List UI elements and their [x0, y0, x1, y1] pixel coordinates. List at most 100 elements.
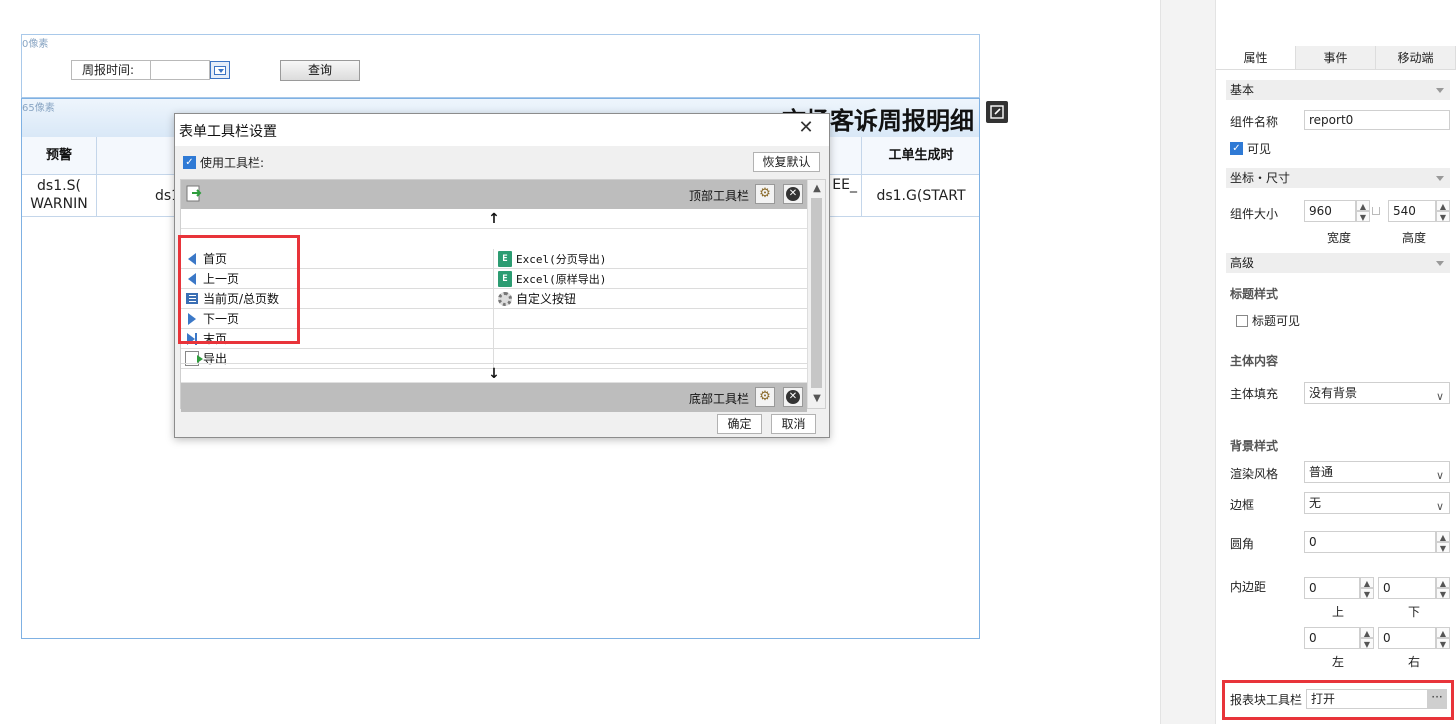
height-input[interactable]: 540: [1388, 200, 1436, 222]
padding-right-caption: 右: [1408, 655, 1421, 669]
move-up-arrow[interactable]: ↑: [181, 209, 807, 229]
visible-checkbox[interactable]: ✓ 可见: [1230, 140, 1271, 157]
section-advanced[interactable]: 高级: [1226, 253, 1450, 273]
excel-icon: E: [498, 270, 512, 287]
checkbox-empty-icon[interactable]: [1236, 314, 1248, 327]
week-label: 周报时间:: [71, 60, 151, 80]
border-label: 边框: [1230, 498, 1255, 512]
border-select[interactable]: 无 ∨: [1304, 492, 1450, 514]
padding-top-caption: 上: [1332, 605, 1345, 619]
list-item-custom-button[interactable]: 自定义按钮: [494, 289, 807, 308]
title-visible-label: 标题可见: [1252, 314, 1301, 328]
padding-bottom-caption: 下: [1408, 605, 1421, 619]
component-name-input[interactable]: report0: [1304, 110, 1450, 130]
report-toolbar-input[interactable]: 打开: [1306, 689, 1428, 709]
use-toolbar-checkbox[interactable]: ✓ 使用工具栏:: [183, 154, 264, 171]
list-item-prev-page[interactable]: 上一页: [181, 269, 494, 288]
dialog-body: ✓ 使用工具栏: 恢复默认 顶部工具栏 ⚙ ✕ ↑ 首页 E Excel(分页导出…: [175, 146, 829, 437]
select-value: 没有背景: [1309, 386, 1358, 400]
padding-right-input[interactable]: 0: [1378, 627, 1436, 649]
column-header-warning[interactable]: 预警: [22, 137, 97, 175]
lock-icon[interactable]: [1372, 207, 1380, 215]
calendar-icon[interactable]: [210, 61, 230, 79]
render-style-select[interactable]: 普通 ∨: [1304, 461, 1450, 483]
padding-left-caption: 左: [1332, 655, 1345, 669]
cog-icon: [498, 291, 512, 306]
panel-gutter: [1160, 0, 1216, 724]
date-input[interactable]: [150, 60, 210, 80]
list-item-excel-page[interactable]: E Excel(分页导出): [494, 249, 807, 268]
body-fill-select[interactable]: 没有背景 ∨: [1304, 382, 1450, 404]
more-button[interactable]: ···: [1427, 689, 1447, 709]
title-visible-checkbox[interactable]: 标题可见: [1236, 312, 1300, 329]
panel-tabs: 属性 事件 移动端: [1216, 46, 1456, 70]
chevron-down-icon: ∨: [1435, 500, 1444, 513]
remove-icon[interactable]: ✕: [783, 387, 803, 407]
height-stepper[interactable]: ▲ ▼: [1436, 200, 1450, 222]
width-input[interactable]: 960: [1304, 200, 1356, 222]
padding-label: 内边距: [1230, 580, 1267, 594]
item-label: 自定义按钮: [516, 292, 577, 306]
list-item-page-count[interactable]: 当前页/总页数: [181, 289, 494, 308]
cancel-button[interactable]: 取消: [771, 414, 816, 434]
remove-icon[interactable]: ✕: [783, 184, 803, 204]
tab-events[interactable]: 事件: [1296, 46, 1376, 69]
radius-input[interactable]: 0: [1304, 531, 1436, 553]
list-item-last-page[interactable]: 末页: [181, 329, 494, 348]
scroll-up-icon[interactable]: ▲: [811, 182, 823, 196]
edit-icon[interactable]: [986, 101, 1008, 123]
properties-panel: 属性 事件 移动端 基本 组件名称 report0 ✓ 可见 坐标・尺寸 组件大小…: [1216, 0, 1456, 724]
use-toolbar-label: 使用工具栏:: [200, 156, 265, 170]
padding-right-stepper[interactable]: ▲ ▼: [1436, 627, 1450, 649]
vertical-scrollbar[interactable]: ▲ ▼: [807, 180, 825, 408]
padding-top-stepper[interactable]: ▲ ▼: [1360, 577, 1374, 599]
padding-bottom-stepper[interactable]: ▲ ▼: [1436, 577, 1450, 599]
section-label: 高级: [1230, 256, 1255, 270]
radius-stepper[interactable]: ▲ ▼: [1436, 531, 1450, 553]
tab-mobile[interactable]: 移动端: [1376, 46, 1456, 69]
toolbar-item-list: 首页 E Excel(分页导出) 上一页 E Excel(原样导出) 当前页/总页数…: [181, 249, 807, 369]
tab-properties[interactable]: 属性: [1216, 46, 1296, 69]
last-page-icon: [185, 332, 199, 346]
section-coords[interactable]: 坐标・尺寸: [1226, 168, 1450, 188]
section-label: 基本: [1230, 83, 1255, 97]
chevron-down-icon: [1436, 176, 1444, 181]
bottom-toolbar-label: 底部工具栏: [688, 392, 749, 406]
padding-left-stepper[interactable]: ▲ ▼: [1360, 627, 1374, 649]
query-button[interactable]: 查询: [280, 60, 360, 81]
scroll-down-icon[interactable]: ▼: [811, 392, 823, 406]
checkbox-checked-icon[interactable]: ✓: [1230, 142, 1243, 155]
first-page-icon: [185, 252, 199, 266]
section-basic[interactable]: 基本: [1226, 80, 1450, 100]
scroll-thumb[interactable]: [811, 198, 822, 388]
title-style-label: 标题样式: [1230, 287, 1279, 301]
padding-bottom-input[interactable]: 0: [1378, 577, 1436, 599]
checkbox-checked-icon[interactable]: ✓: [183, 156, 196, 169]
list-item-excel-original[interactable]: E Excel(原样导出): [494, 269, 807, 288]
list-row: 末页: [181, 329, 807, 349]
gear-icon[interactable]: ⚙: [755, 184, 775, 204]
item-label: 下一页: [203, 312, 240, 326]
item-label: 当前页/总页数: [203, 292, 280, 306]
reset-default-button[interactable]: 恢复默认: [753, 152, 820, 172]
ok-button[interactable]: 确定: [717, 414, 762, 434]
list-item-next-page[interactable]: 下一页: [181, 309, 494, 328]
body-fill-label: 主体填充: [1230, 387, 1279, 401]
list-item-first-page[interactable]: 首页: [181, 249, 494, 268]
gear-icon[interactable]: ⚙: [755, 387, 775, 407]
bottom-toolbar-bar[interactable]: 底部工具栏 ⚙ ✕: [181, 383, 807, 412]
top-toolbar-bar[interactable]: 顶部工具栏 ⚙ ✕: [181, 180, 807, 209]
chevron-down-icon: [1436, 261, 1444, 266]
padding-top-input[interactable]: 0: [1304, 577, 1360, 599]
width-stepper[interactable]: ▲ ▼: [1356, 200, 1370, 222]
cell-order-time[interactable]: ds1.G(START: [862, 175, 979, 217]
move-down-arrow[interactable]: ↓: [181, 363, 807, 383]
close-icon[interactable]: ✕: [797, 119, 815, 137]
height-caption: 高度: [1402, 231, 1427, 245]
padding-left-input[interactable]: 0: [1304, 627, 1360, 649]
column-header-order-time[interactable]: 工单生成时: [862, 137, 979, 175]
toolbar-editor: 顶部工具栏 ⚙ ✕ ↑ 首页 E Excel(分页导出) 上一页 E Excel(原…: [180, 179, 826, 412]
parameter-block[interactable]: 0像素 周报时间: 查询: [21, 34, 980, 98]
cell-warning[interactable]: ds1.S( WARNIN: [22, 175, 97, 217]
chevron-down-icon: ∨: [1435, 469, 1444, 482]
